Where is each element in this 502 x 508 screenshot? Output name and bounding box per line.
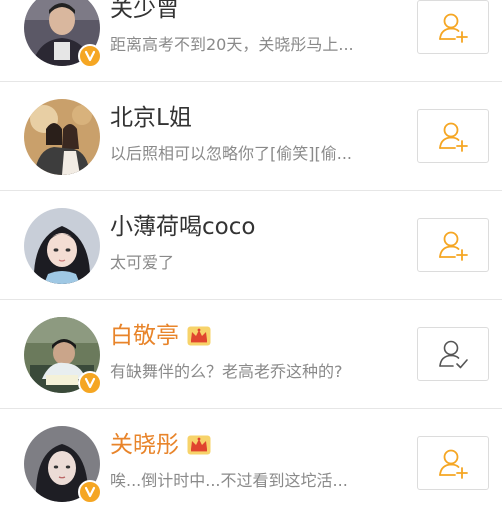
avatar-container[interactable] xyxy=(24,208,100,284)
user-description: 以后照相可以忽略你了[偷笑][偷... xyxy=(110,144,352,163)
follow-button[interactable] xyxy=(417,436,489,490)
add-user-icon xyxy=(439,449,468,479)
verified-v-icon xyxy=(78,44,102,68)
add-user-icon xyxy=(439,231,468,261)
add-user-icon xyxy=(439,122,468,152)
followed-button[interactable] xyxy=(417,327,489,381)
user-name[interactable]: 白敬亭 xyxy=(110,322,211,350)
list-item[interactable]: 关少曾 距离高考不到20天，关晓彤马上... xyxy=(0,0,502,82)
add-user-icon xyxy=(439,13,468,43)
verified-v-icon xyxy=(78,371,102,395)
follow-button[interactable] xyxy=(417,218,489,272)
user-name[interactable]: 关少曾 xyxy=(110,0,179,23)
user-check-icon xyxy=(439,340,468,369)
avatar-container[interactable] xyxy=(24,317,102,395)
avatar-container[interactable] xyxy=(24,0,102,68)
verified-v-icon xyxy=(78,480,102,504)
avatar[interactable] xyxy=(24,99,100,175)
list-item[interactable]: 北京L姐 以后照相可以忽略你了[偷笑][偷... xyxy=(0,82,502,191)
user-description: 有缺舞伴的么？老高老乔这种的? xyxy=(110,362,343,381)
avatar-container[interactable] xyxy=(24,426,102,504)
follow-button[interactable] xyxy=(417,109,489,163)
list-item[interactable]: 白敬亭 有缺舞伴的么？老高老乔这种的? xyxy=(0,300,502,409)
user-description: 唉...倒计时中...不过看到这坨活... xyxy=(110,471,348,490)
list-item[interactable]: 小薄荷喝coco 太可爱了 xyxy=(0,191,502,300)
user-description: 太可爱了 xyxy=(110,253,175,272)
crown-icon xyxy=(187,435,211,455)
follow-button[interactable] xyxy=(417,0,489,54)
list-item[interactable]: 关晓彤 唉...倒计时中...不过看到这坨活... xyxy=(0,409,502,508)
avatar[interactable] xyxy=(24,208,100,284)
user-name[interactable]: 北京L姐 xyxy=(110,104,192,132)
user-name[interactable]: 关晓彤 xyxy=(110,431,211,459)
user-name[interactable]: 小薄荷喝coco xyxy=(110,213,255,241)
crown-icon xyxy=(187,326,211,346)
user-description: 距离高考不到20天，关晓彤马上... xyxy=(110,35,354,54)
avatar-photo-icon xyxy=(24,208,100,284)
follower-list: 关少曾 距离高考不到20天，关晓彤马上... 北京L姐 以后照相可以忽略你了[偷… xyxy=(0,0,502,508)
avatar-container[interactable] xyxy=(24,99,100,175)
avatar-photo-icon xyxy=(24,99,100,175)
